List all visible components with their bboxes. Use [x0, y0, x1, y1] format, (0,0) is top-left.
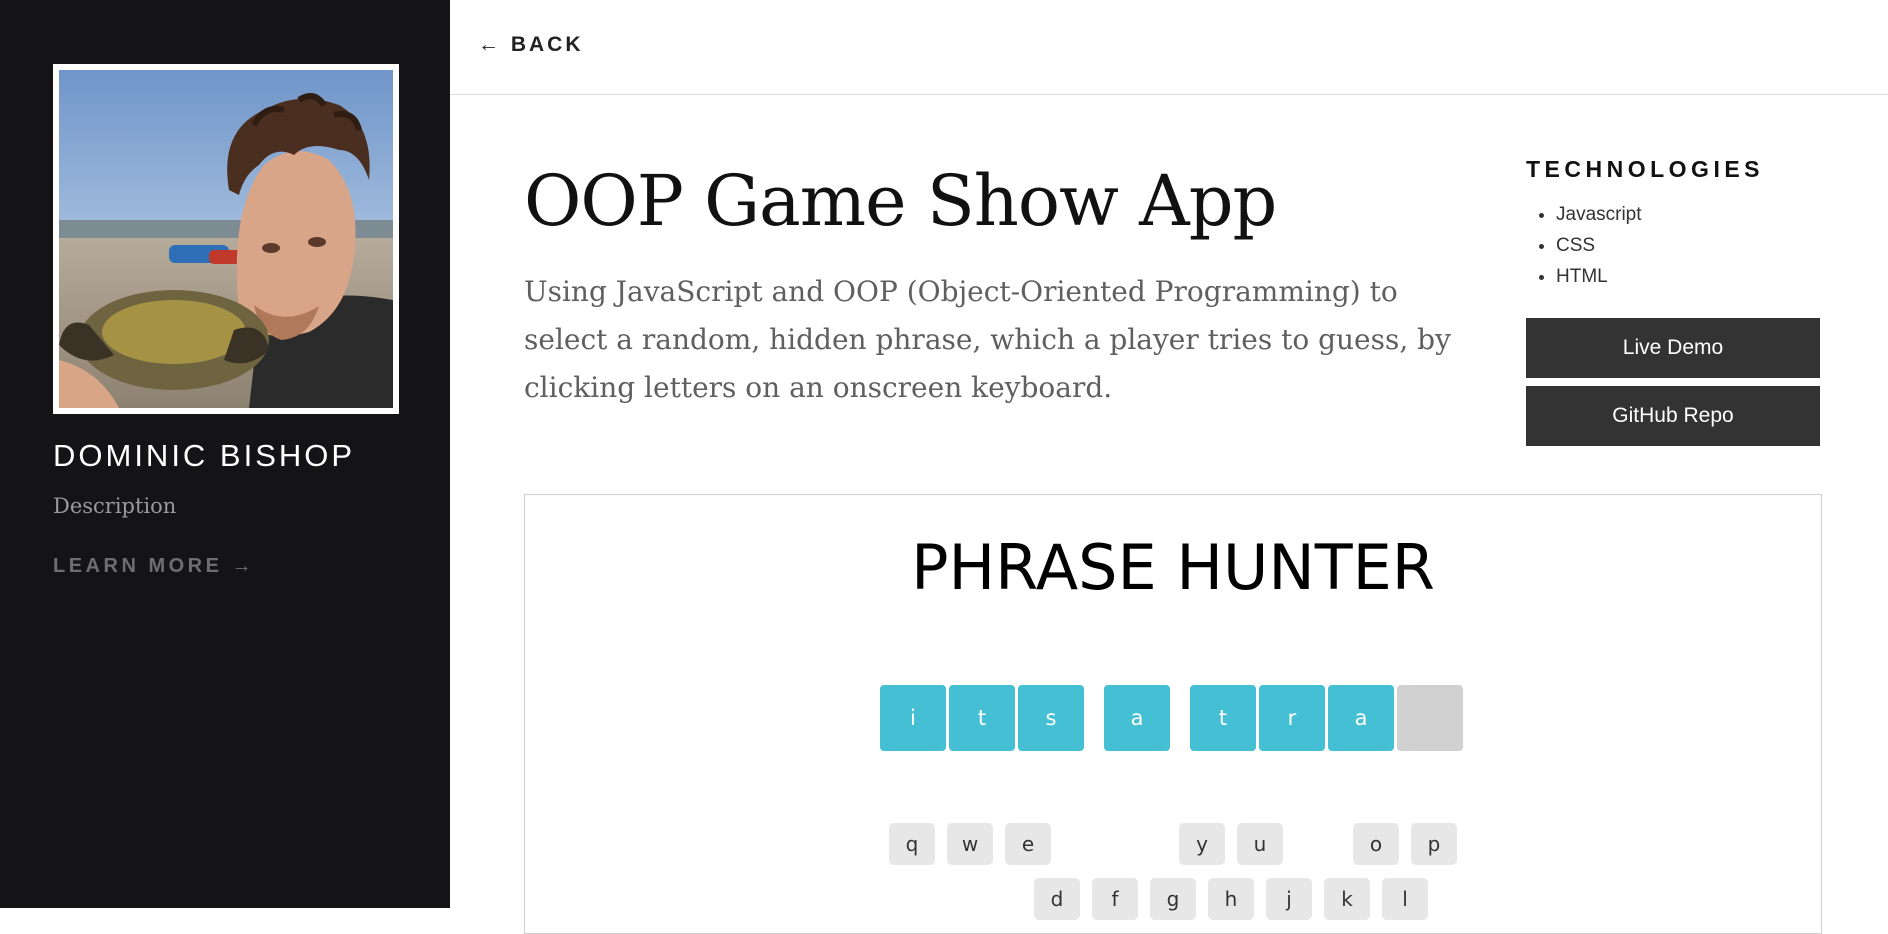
phrase-letter-tile: a: [1104, 685, 1170, 751]
keyboard-key-e[interactable]: e: [1005, 823, 1051, 865]
top-bar: ← BACK: [450, 0, 1888, 95]
game-preview: PHRASE HUNTER itsatra qweyuop dfghjkl: [524, 494, 1822, 934]
keyboard-key-o[interactable]: o: [1353, 823, 1399, 865]
keyboard-key-h[interactable]: h: [1208, 878, 1254, 920]
keyboard-key-u[interactable]: u: [1237, 823, 1283, 865]
technologies-heading: TECHNOLOGIES: [1526, 156, 1765, 182]
phrase-board: itsatra: [525, 685, 1821, 751]
phrase-letter-tile: [1397, 685, 1463, 751]
keyboard-key-p[interactable]: p: [1411, 823, 1457, 865]
technology-item: CSS: [1556, 230, 1820, 261]
keyboard-key-y[interactable]: y: [1179, 823, 1225, 865]
profile-name: DOMINIC BISHOP: [53, 438, 356, 473]
keyboard-key-w[interactable]: w: [947, 823, 993, 865]
keyboard-key-j[interactable]: j: [1266, 878, 1312, 920]
game-title: PHRASE HUNTER: [911, 531, 1435, 604]
technology-item: Javascript: [1556, 199, 1820, 230]
keyboard-key-q[interactable]: q: [889, 823, 935, 865]
phrase-letter-tile: t: [949, 685, 1015, 751]
profile-photo: [59, 70, 393, 408]
page-title: OOP Game Show App: [524, 160, 1277, 242]
profile-description: Description: [53, 494, 177, 518]
back-link[interactable]: ← BACK: [478, 33, 584, 57]
keyboard-key-l[interactable]: l: [1382, 878, 1428, 920]
keyboard-key-k[interactable]: k: [1324, 878, 1370, 920]
phrase-letter-tile: s: [1018, 685, 1084, 751]
phrase-space: [1087, 685, 1101, 751]
phrase-letter-tile: t: [1190, 685, 1256, 751]
phrase-letter-tile: i: [880, 685, 946, 751]
keyboard-row-1: qwe yu op: [525, 823, 1821, 865]
sidebar: DOMINIC BISHOP Description LEARN MORE →: [0, 0, 450, 908]
learn-more-link[interactable]: LEARN MORE →: [53, 555, 255, 578]
technologies-list: Javascript CSS HTML: [1526, 199, 1820, 292]
keyboard-row-2: dfghjkl: [525, 878, 1821, 920]
keyboard-key-g[interactable]: g: [1150, 878, 1196, 920]
technology-item: HTML: [1556, 261, 1820, 292]
live-demo-button[interactable]: Live Demo: [1526, 318, 1820, 378]
github-repo-button[interactable]: GitHub Repo: [1526, 386, 1820, 446]
keyboard-key-d[interactable]: d: [1034, 878, 1080, 920]
phrase-letter-tile: a: [1328, 685, 1394, 751]
phrase-letter-tile: r: [1259, 685, 1325, 751]
keyboard-key-f[interactable]: f: [1092, 878, 1138, 920]
technologies-panel: TECHNOLOGIES Javascript CSS HTML: [1526, 156, 1820, 292]
profile-photo-frame: [53, 64, 399, 414]
project-summary: Using JavaScript and OOP (Object-Oriente…: [524, 275, 1451, 404]
phrase-space: [1173, 685, 1187, 751]
